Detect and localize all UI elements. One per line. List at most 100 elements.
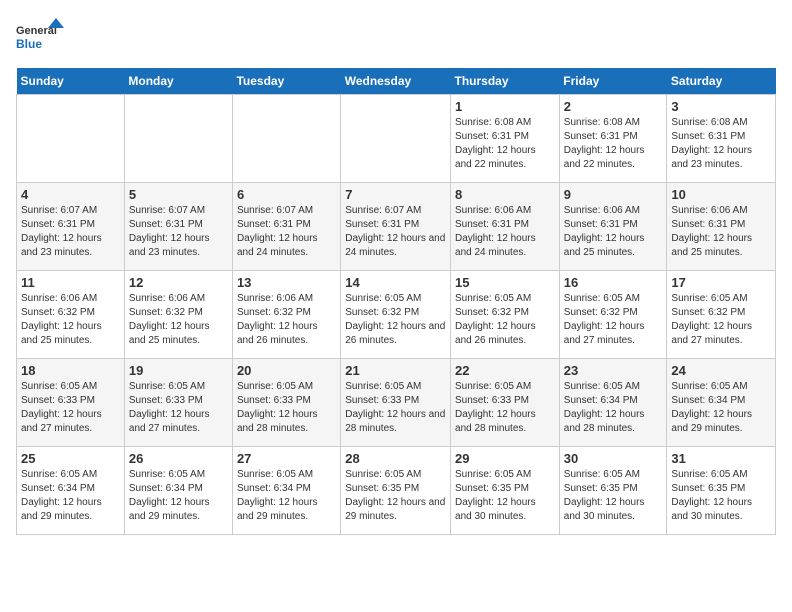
calendar-cell: 18 Sunrise: 6:05 AM Sunset: 6:33 PM Dayli… <box>17 359 125 447</box>
calendar-cell: 15Sunrise: 6:05 AM Sunset: 6:32 PM Dayli… <box>451 271 560 359</box>
day-info: Sunrise: 6:05 AM Sunset: 6:33 PM Dayligh… <box>237 380 336 436</box>
day-info: Sunrise: 6:05 AM Sunset: 6:32 PM Dayligh… <box>345 292 446 348</box>
day-number: 13 <box>237 275 336 290</box>
day-header-sunday: Sunday <box>17 68 125 95</box>
calendar-cell <box>17 95 125 183</box>
day-number: 22 <box>455 363 555 378</box>
day-info: Sunrise: 6:05 AM Sunset: 6:33 PM Dayligh… <box>455 380 555 436</box>
day-info: Sunrise: 6:05 AM Sunset: 6:35 PM Dayligh… <box>345 468 446 524</box>
day-number: 6 <box>237 187 336 202</box>
calendar-cell: 20 Sunrise: 6:05 AM Sunset: 6:33 PM Dayli… <box>232 359 340 447</box>
calendar-week-3: 11 Sunrise: 6:06 AM Sunset: 6:32 PM Dayli… <box>17 271 776 359</box>
day-number: 5 <box>129 187 228 202</box>
calendar-cell: 7Sunrise: 6:07 AM Sunset: 6:31 PM Daylig… <box>341 183 451 271</box>
calendar-cell: 12Sunrise: 6:06 AM Sunset: 6:32 PM Dayli… <box>124 271 232 359</box>
calendar-week-2: 4 Sunrise: 6:07 AM Sunset: 6:31 PM Daylig… <box>17 183 776 271</box>
calendar-header-row: SundayMondayTuesdayWednesdayThursdayFrid… <box>17 68 776 95</box>
calendar-cell <box>341 95 451 183</box>
calendar-cell: 23 Sunrise: 6:05 AM Sunset: 6:34 PM Dayli… <box>559 359 667 447</box>
day-number: 12 <box>129 275 228 290</box>
day-info: Sunrise: 6:05 AM Sunset: 6:34 PM Dayligh… <box>671 380 771 436</box>
calendar-cell: 27 Sunrise: 6:05 AM Sunset: 6:34 PM Dayli… <box>232 447 340 535</box>
day-header-saturday: Saturday <box>667 68 776 95</box>
calendar-cell: 5 Sunrise: 6:07 AM Sunset: 6:31 PM Daylig… <box>124 183 232 271</box>
calendar-cell: 4 Sunrise: 6:07 AM Sunset: 6:31 PM Daylig… <box>17 183 125 271</box>
calendar-cell: 13 Sunrise: 6:06 AM Sunset: 6:32 PM Dayli… <box>232 271 340 359</box>
day-number: 18 <box>21 363 120 378</box>
day-info: Sunrise: 6:05 AM Sunset: 6:33 PM Dayligh… <box>345 380 446 436</box>
day-info: Sunrise: 6:07 AM Sunset: 6:31 PM Dayligh… <box>21 204 120 260</box>
day-info: Sunrise: 6:05 AM Sunset: 6:33 PM Dayligh… <box>129 380 228 436</box>
calendar-cell: 17 Sunrise: 6:05 AM Sunset: 6:32 PM Dayli… <box>667 271 776 359</box>
day-info: Sunrise: 6:08 AM Sunset: 6:31 PM Dayligh… <box>455 116 555 172</box>
day-number: 27 <box>237 451 336 466</box>
calendar-cell: 14Sunrise: 6:05 AM Sunset: 6:32 PM Dayli… <box>341 271 451 359</box>
day-number: 21 <box>345 363 446 378</box>
calendar-cell: 24 Sunrise: 6:05 AM Sunset: 6:34 PM Dayli… <box>667 359 776 447</box>
calendar-cell: 10Sunrise: 6:06 AM Sunset: 6:31 PM Dayli… <box>667 183 776 271</box>
day-info: Sunrise: 6:05 AM Sunset: 6:34 PM Dayligh… <box>237 468 336 524</box>
day-number: 4 <box>21 187 120 202</box>
day-info: Sunrise: 6:05 AM Sunset: 6:34 PM Dayligh… <box>129 468 228 524</box>
calendar-week-1: 1 Sunrise: 6:08 AM Sunset: 6:31 PM Daylig… <box>17 95 776 183</box>
day-info: Sunrise: 6:05 AM Sunset: 6:35 PM Dayligh… <box>455 468 555 524</box>
day-number: 16 <box>564 275 663 290</box>
day-number: 28 <box>345 451 446 466</box>
day-number: 9 <box>564 187 663 202</box>
day-number: 25 <box>21 451 120 466</box>
calendar-cell: 16 Sunrise: 6:05 AM Sunset: 6:32 PM Dayli… <box>559 271 667 359</box>
day-info: Sunrise: 6:07 AM Sunset: 6:31 PM Dayligh… <box>129 204 228 260</box>
calendar-cell: 6Sunrise: 6:07 AM Sunset: 6:31 PM Daylig… <box>232 183 340 271</box>
day-number: 3 <box>671 99 771 114</box>
day-number: 7 <box>345 187 446 202</box>
svg-text:Blue: Blue <box>16 37 42 51</box>
day-header-thursday: Thursday <box>451 68 560 95</box>
day-info: Sunrise: 6:08 AM Sunset: 6:31 PM Dayligh… <box>671 116 771 172</box>
calendar-week-5: 25 Sunrise: 6:05 AM Sunset: 6:34 PM Dayli… <box>17 447 776 535</box>
calendar-cell: 28 Sunrise: 6:05 AM Sunset: 6:35 PM Dayli… <box>341 447 451 535</box>
day-info: Sunrise: 6:06 AM Sunset: 6:32 PM Dayligh… <box>237 292 336 348</box>
day-header-tuesday: Tuesday <box>232 68 340 95</box>
day-number: 24 <box>671 363 771 378</box>
day-header-friday: Friday <box>559 68 667 95</box>
day-info: Sunrise: 6:05 AM Sunset: 6:33 PM Dayligh… <box>21 380 120 436</box>
calendar-cell <box>124 95 232 183</box>
calendar-cell: 31 Sunrise: 6:05 AM Sunset: 6:35 PM Dayli… <box>667 447 776 535</box>
calendar-cell: 8 Sunrise: 6:06 AM Sunset: 6:31 PM Daylig… <box>451 183 560 271</box>
day-info: Sunrise: 6:06 AM Sunset: 6:31 PM Dayligh… <box>671 204 771 260</box>
calendar-cell: 2Sunrise: 6:08 AM Sunset: 6:31 PM Daylig… <box>559 95 667 183</box>
calendar-cell: 21 Sunrise: 6:05 AM Sunset: 6:33 PM Dayli… <box>341 359 451 447</box>
day-info: Sunrise: 6:05 AM Sunset: 6:34 PM Dayligh… <box>564 380 663 436</box>
day-number: 11 <box>21 275 120 290</box>
calendar-cell: 25 Sunrise: 6:05 AM Sunset: 6:34 PM Dayli… <box>17 447 125 535</box>
day-info: Sunrise: 6:06 AM Sunset: 6:31 PM Dayligh… <box>564 204 663 260</box>
day-header-monday: Monday <box>124 68 232 95</box>
day-number: 1 <box>455 99 555 114</box>
calendar-cell: 26 Sunrise: 6:05 AM Sunset: 6:34 PM Dayli… <box>124 447 232 535</box>
day-info: Sunrise: 6:05 AM Sunset: 6:32 PM Dayligh… <box>671 292 771 348</box>
day-info: Sunrise: 6:05 AM Sunset: 6:32 PM Dayligh… <box>564 292 663 348</box>
day-number: 23 <box>564 363 663 378</box>
day-number: 17 <box>671 275 771 290</box>
day-number: 8 <box>455 187 555 202</box>
calendar-cell <box>232 95 340 183</box>
page-header: General Blue <box>16 16 776 56</box>
day-info: Sunrise: 6:06 AM Sunset: 6:31 PM Dayligh… <box>455 204 555 260</box>
day-number: 30 <box>564 451 663 466</box>
calendar-cell: 19Sunrise: 6:05 AM Sunset: 6:33 PM Dayli… <box>124 359 232 447</box>
calendar-week-4: 18 Sunrise: 6:05 AM Sunset: 6:33 PM Dayli… <box>17 359 776 447</box>
day-info: Sunrise: 6:06 AM Sunset: 6:32 PM Dayligh… <box>21 292 120 348</box>
day-number: 20 <box>237 363 336 378</box>
day-info: Sunrise: 6:05 AM Sunset: 6:34 PM Dayligh… <box>21 468 120 524</box>
calendar-cell: 29 Sunrise: 6:05 AM Sunset: 6:35 PM Dayli… <box>451 447 560 535</box>
day-number: 31 <box>671 451 771 466</box>
day-info: Sunrise: 6:08 AM Sunset: 6:31 PM Dayligh… <box>564 116 663 172</box>
day-number: 15 <box>455 275 555 290</box>
day-number: 26 <box>129 451 228 466</box>
calendar-cell: 22 Sunrise: 6:05 AM Sunset: 6:33 PM Dayli… <box>451 359 560 447</box>
day-header-wednesday: Wednesday <box>341 68 451 95</box>
day-info: Sunrise: 6:05 AM Sunset: 6:35 PM Dayligh… <box>671 468 771 524</box>
logo-svg: General Blue <box>16 16 66 56</box>
day-number: 29 <box>455 451 555 466</box>
calendar-cell: 9 Sunrise: 6:06 AM Sunset: 6:31 PM Daylig… <box>559 183 667 271</box>
